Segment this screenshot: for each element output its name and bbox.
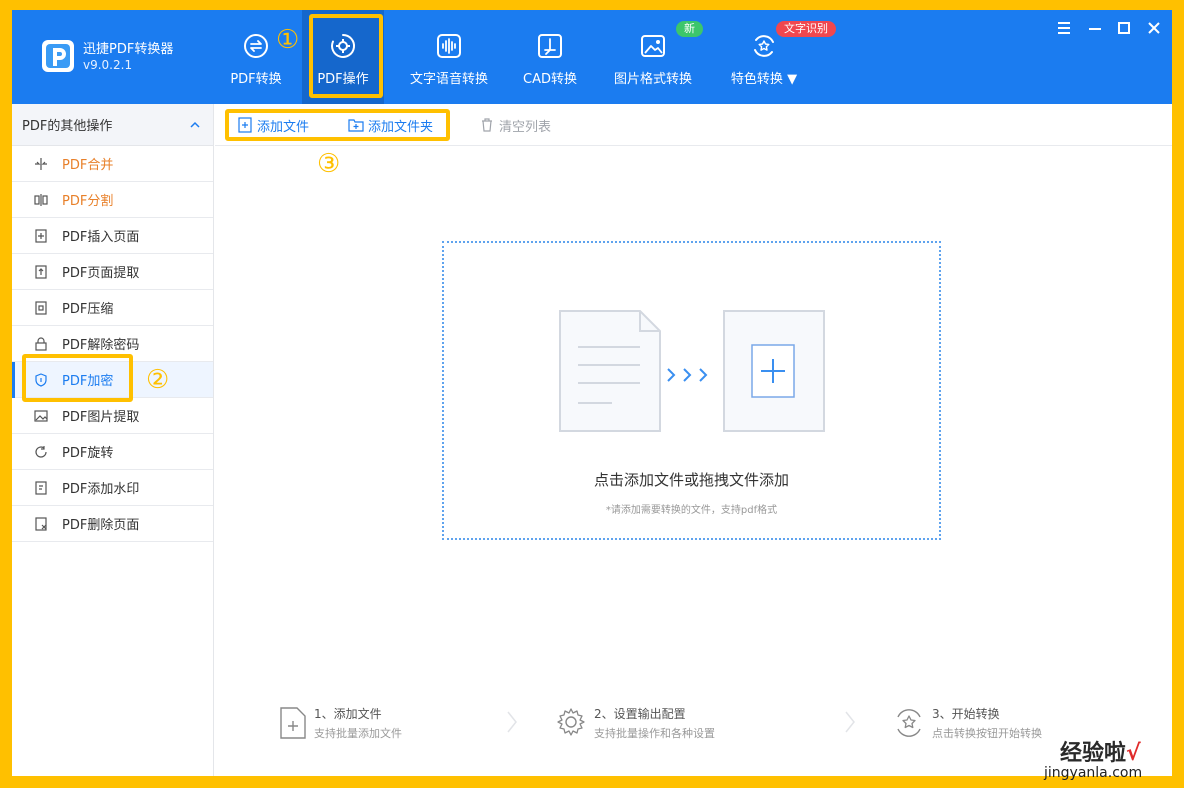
delete-page-icon xyxy=(35,516,47,531)
drop-illustration xyxy=(559,310,825,432)
clear-list-button[interactable]: 清空列表 xyxy=(479,114,551,136)
tab-label: 图片格式转换 xyxy=(613,72,692,87)
app-window: 迅捷PDF转换器 v9.0.2.1 PDF转换 PDF操作 文字语音转换 CAD… xyxy=(12,10,1172,776)
star-convert-icon xyxy=(754,35,774,57)
sidebar-item-label: PDF页面提取 xyxy=(62,266,140,281)
tab-label: PDF转换 xyxy=(230,72,282,87)
add-file-button[interactable]: 添加文件 xyxy=(237,114,309,136)
app-version: v9.0.2.1 xyxy=(83,58,133,72)
drop-title: 点击添加文件或拖拽文件添加 xyxy=(593,471,789,489)
compress-icon xyxy=(35,300,47,315)
sidebar-item-rotate[interactable]: PDF旋转 xyxy=(12,434,213,470)
drop-hint: *请添加需要转换的文件，支持pdf格式 xyxy=(605,505,778,516)
step-desc: 点击转换按钮开始转换 xyxy=(932,727,1042,740)
new-badge: 新 xyxy=(676,21,703,37)
watermark-text: 经验啦√ xyxy=(1060,741,1141,766)
audio-wave-icon xyxy=(437,34,461,58)
step-title: 3、开始转换 xyxy=(932,707,1000,721)
image-extract-icon xyxy=(34,409,48,422)
tab-label: CAD转换 xyxy=(523,72,577,87)
sidebar-item-label: PDF分割 xyxy=(62,194,114,209)
annotation-1: ① xyxy=(276,25,300,55)
sidebar-item-label: PDF压缩 xyxy=(62,302,114,317)
tab-cad-convert[interactable]: CAD转换 xyxy=(514,10,586,104)
sidebar-item-extract-page[interactable]: PDF页面提取 xyxy=(12,254,213,290)
star-convert-icon xyxy=(897,709,921,737)
merge-icon xyxy=(35,157,47,170)
step-title: 2、设置输出配置 xyxy=(594,707,686,721)
app-name: 迅捷PDF转换器 xyxy=(83,42,174,57)
app-logo-icon xyxy=(40,38,76,74)
rotate-icon xyxy=(35,445,47,458)
shield-icon xyxy=(35,372,47,387)
extract-page-icon xyxy=(35,264,47,279)
image-icon xyxy=(641,35,665,57)
annotation-3: ③ xyxy=(317,149,341,179)
chevron-up-icon[interactable] xyxy=(189,119,201,131)
step-title: 1、添加文件 xyxy=(314,707,382,721)
sidebar-item-label: PDF旋转 xyxy=(62,446,114,461)
close-icon[interactable] xyxy=(1144,18,1164,38)
sidebar-item-encrypt[interactable]: PDF加密 xyxy=(12,362,213,398)
sidebar-item-label: PDF插入页面 xyxy=(62,230,140,245)
convert-icon xyxy=(244,34,268,58)
sidebar-item-label: PDF添加水印 xyxy=(62,482,140,497)
gear-icon xyxy=(331,33,355,58)
add-file-icon xyxy=(238,117,252,133)
sidebar-item-merge[interactable]: PDF合并 xyxy=(12,146,213,182)
insert-page-icon xyxy=(35,228,47,243)
file-drop-zone[interactable]: 点击添加文件或拖拽文件添加 *请添加需要转换的文件，支持pdf格式 xyxy=(442,241,941,540)
add-folder-icon xyxy=(348,119,364,132)
sidebar-item-watermark[interactable]: PDF添加水印 xyxy=(12,470,213,506)
tab-pdf-operation[interactable]: PDF操作 xyxy=(302,10,384,104)
sidebar: PDF的其他操作 PDF合并 PDF分割 PDF插入页面 PDF页面提取 PDF… xyxy=(12,104,214,776)
tab-label: 特色转换 ▼ xyxy=(730,72,798,87)
sidebar-title: PDF的其他操作 xyxy=(22,119,113,134)
add-folder-button[interactable]: 添加文件夹 xyxy=(348,114,433,136)
chevron-right-icon xyxy=(845,711,855,733)
minimize-icon[interactable] xyxy=(1085,18,1105,38)
top-navigation-bar: 迅捷PDF转换器 v9.0.2.1 PDF转换 PDF操作 文字语音转换 CAD… xyxy=(12,10,1172,104)
sidebar-item-compress[interactable]: PDF压缩 xyxy=(12,290,213,326)
sidebar-item-label: PDF解除密码 xyxy=(62,338,140,353)
tab-label: PDF操作 xyxy=(317,72,369,87)
watermark-icon xyxy=(35,480,47,495)
trash-icon xyxy=(482,118,492,132)
add-folder-label: 添加文件夹 xyxy=(368,119,434,135)
step-desc: 支持批量添加文件 xyxy=(314,727,402,740)
sidebar-item-label: PDF图片提取 xyxy=(62,410,140,425)
unlock-icon xyxy=(35,336,47,351)
sidebar-item-label: PDF加密 xyxy=(62,374,114,389)
sidebar-item-unlock[interactable]: PDF解除密码 xyxy=(12,326,213,362)
menu-icon[interactable] xyxy=(1054,18,1074,38)
sidebar-item-delete-page[interactable]: PDF删除页面 xyxy=(12,506,213,542)
tab-label: 文字语音转换 xyxy=(409,72,488,87)
file-add-icon xyxy=(280,707,306,739)
sidebar-header[interactable]: PDF的其他操作 xyxy=(12,104,213,146)
watermark-url: jingyanla.com xyxy=(1044,765,1143,781)
sidebar-item-image-extract[interactable]: PDF图片提取 xyxy=(12,398,213,434)
tab-text-speech[interactable]: 文字语音转换 xyxy=(404,10,494,104)
ocr-badge: 文字识别 xyxy=(776,21,836,37)
add-file-label: 添加文件 xyxy=(257,119,310,135)
gear-icon xyxy=(557,708,585,736)
file-toolbar: 添加文件 添加文件夹 清空列表 xyxy=(215,104,1172,146)
split-icon xyxy=(34,193,48,206)
maximize-icon[interactable] xyxy=(1114,18,1134,38)
chevron-right-icon xyxy=(507,711,517,733)
sidebar-item-split[interactable]: PDF分割 xyxy=(12,182,213,218)
cad-icon xyxy=(538,34,562,58)
watermark-logo: 经验啦√ jingyanla.com xyxy=(1040,735,1170,783)
sidebar-item-label: PDF合并 xyxy=(62,158,114,173)
annotation-2: ② xyxy=(146,365,170,395)
clear-list-label: 清空列表 xyxy=(499,119,552,135)
step-desc: 支持批量操作和各种设置 xyxy=(594,727,715,740)
sidebar-item-label: PDF删除页面 xyxy=(62,518,140,533)
sidebar-item-insert-page[interactable]: PDF插入页面 xyxy=(12,218,213,254)
